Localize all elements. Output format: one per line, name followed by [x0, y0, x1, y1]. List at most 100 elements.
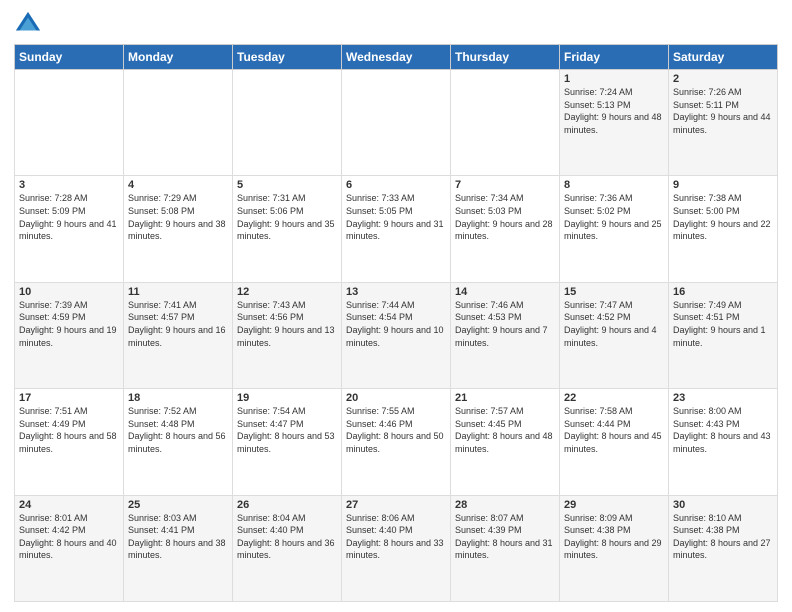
calendar-cell: 27Sunrise: 8:06 AM Sunset: 4:40 PM Dayli…	[342, 495, 451, 601]
day-info: Sunrise: 7:39 AM Sunset: 4:59 PM Dayligh…	[19, 299, 119, 349]
calendar-week-1: 1Sunrise: 7:24 AM Sunset: 5:13 PM Daylig…	[15, 70, 778, 176]
day-number: 17	[19, 392, 119, 404]
calendar-cell: 3Sunrise: 7:28 AM Sunset: 5:09 PM Daylig…	[15, 176, 124, 282]
calendar-cell	[15, 70, 124, 176]
calendar-cell: 4Sunrise: 7:29 AM Sunset: 5:08 PM Daylig…	[124, 176, 233, 282]
calendar-cell: 30Sunrise: 8:10 AM Sunset: 4:38 PM Dayli…	[669, 495, 778, 601]
calendar-cell: 5Sunrise: 7:31 AM Sunset: 5:06 PM Daylig…	[233, 176, 342, 282]
day-number: 5	[237, 179, 337, 191]
calendar-cell: 6Sunrise: 7:33 AM Sunset: 5:05 PM Daylig…	[342, 176, 451, 282]
calendar-cell: 23Sunrise: 8:00 AM Sunset: 4:43 PM Dayli…	[669, 389, 778, 495]
day-info: Sunrise: 8:01 AM Sunset: 4:42 PM Dayligh…	[19, 512, 119, 562]
day-number: 4	[128, 179, 228, 191]
day-info: Sunrise: 7:41 AM Sunset: 4:57 PM Dayligh…	[128, 299, 228, 349]
calendar-cell: 18Sunrise: 7:52 AM Sunset: 4:48 PM Dayli…	[124, 389, 233, 495]
day-number: 2	[673, 73, 773, 85]
day-number: 28	[455, 499, 555, 511]
calendar-cell: 9Sunrise: 7:38 AM Sunset: 5:00 PM Daylig…	[669, 176, 778, 282]
logo-icon	[14, 10, 42, 38]
day-number: 15	[564, 286, 664, 298]
column-header-friday: Friday	[560, 45, 669, 70]
day-info: Sunrise: 7:24 AM Sunset: 5:13 PM Dayligh…	[564, 86, 664, 136]
day-number: 9	[673, 179, 773, 191]
calendar-cell: 29Sunrise: 8:09 AM Sunset: 4:38 PM Dayli…	[560, 495, 669, 601]
calendar-week-5: 24Sunrise: 8:01 AM Sunset: 4:42 PM Dayli…	[15, 495, 778, 601]
day-number: 19	[237, 392, 337, 404]
calendar-cell: 15Sunrise: 7:47 AM Sunset: 4:52 PM Dayli…	[560, 282, 669, 388]
day-info: Sunrise: 7:47 AM Sunset: 4:52 PM Dayligh…	[564, 299, 664, 349]
logo	[14, 10, 46, 38]
calendar-cell: 19Sunrise: 7:54 AM Sunset: 4:47 PM Dayli…	[233, 389, 342, 495]
day-number: 26	[237, 499, 337, 511]
day-info: Sunrise: 8:00 AM Sunset: 4:43 PM Dayligh…	[673, 405, 773, 455]
day-number: 10	[19, 286, 119, 298]
calendar-header-row: SundayMondayTuesdayWednesdayThursdayFrid…	[15, 45, 778, 70]
day-info: Sunrise: 7:49 AM Sunset: 4:51 PM Dayligh…	[673, 299, 773, 349]
day-number: 22	[564, 392, 664, 404]
column-header-sunday: Sunday	[15, 45, 124, 70]
day-info: Sunrise: 7:29 AM Sunset: 5:08 PM Dayligh…	[128, 192, 228, 242]
calendar-cell: 21Sunrise: 7:57 AM Sunset: 4:45 PM Dayli…	[451, 389, 560, 495]
calendar-cell: 26Sunrise: 8:04 AM Sunset: 4:40 PM Dayli…	[233, 495, 342, 601]
day-info: Sunrise: 7:46 AM Sunset: 4:53 PM Dayligh…	[455, 299, 555, 349]
day-info: Sunrise: 7:43 AM Sunset: 4:56 PM Dayligh…	[237, 299, 337, 349]
column-header-thursday: Thursday	[451, 45, 560, 70]
day-info: Sunrise: 8:06 AM Sunset: 4:40 PM Dayligh…	[346, 512, 446, 562]
calendar-cell: 28Sunrise: 8:07 AM Sunset: 4:39 PM Dayli…	[451, 495, 560, 601]
day-number: 24	[19, 499, 119, 511]
column-header-monday: Monday	[124, 45, 233, 70]
day-number: 30	[673, 499, 773, 511]
day-number: 7	[455, 179, 555, 191]
calendar-cell	[342, 70, 451, 176]
calendar: SundayMondayTuesdayWednesdayThursdayFrid…	[14, 44, 778, 602]
calendar-week-3: 10Sunrise: 7:39 AM Sunset: 4:59 PM Dayli…	[15, 282, 778, 388]
day-number: 1	[564, 73, 664, 85]
calendar-cell: 11Sunrise: 7:41 AM Sunset: 4:57 PM Dayli…	[124, 282, 233, 388]
day-info: Sunrise: 7:26 AM Sunset: 5:11 PM Dayligh…	[673, 86, 773, 136]
day-info: Sunrise: 7:51 AM Sunset: 4:49 PM Dayligh…	[19, 405, 119, 455]
day-number: 29	[564, 499, 664, 511]
calendar-cell: 14Sunrise: 7:46 AM Sunset: 4:53 PM Dayli…	[451, 282, 560, 388]
calendar-cell: 22Sunrise: 7:58 AM Sunset: 4:44 PM Dayli…	[560, 389, 669, 495]
calendar-cell: 13Sunrise: 7:44 AM Sunset: 4:54 PM Dayli…	[342, 282, 451, 388]
calendar-cell: 20Sunrise: 7:55 AM Sunset: 4:46 PM Dayli…	[342, 389, 451, 495]
calendar-week-4: 17Sunrise: 7:51 AM Sunset: 4:49 PM Dayli…	[15, 389, 778, 495]
day-info: Sunrise: 7:52 AM Sunset: 4:48 PM Dayligh…	[128, 405, 228, 455]
day-number: 21	[455, 392, 555, 404]
day-number: 8	[564, 179, 664, 191]
calendar-cell	[233, 70, 342, 176]
calendar-cell: 1Sunrise: 7:24 AM Sunset: 5:13 PM Daylig…	[560, 70, 669, 176]
day-number: 18	[128, 392, 228, 404]
day-number: 27	[346, 499, 446, 511]
day-number: 25	[128, 499, 228, 511]
calendar-cell: 24Sunrise: 8:01 AM Sunset: 4:42 PM Dayli…	[15, 495, 124, 601]
column-header-wednesday: Wednesday	[342, 45, 451, 70]
day-number: 23	[673, 392, 773, 404]
calendar-week-2: 3Sunrise: 7:28 AM Sunset: 5:09 PM Daylig…	[15, 176, 778, 282]
day-info: Sunrise: 7:38 AM Sunset: 5:00 PM Dayligh…	[673, 192, 773, 242]
calendar-cell: 12Sunrise: 7:43 AM Sunset: 4:56 PM Dayli…	[233, 282, 342, 388]
day-number: 11	[128, 286, 228, 298]
day-info: Sunrise: 8:10 AM Sunset: 4:38 PM Dayligh…	[673, 512, 773, 562]
calendar-cell: 10Sunrise: 7:39 AM Sunset: 4:59 PM Dayli…	[15, 282, 124, 388]
day-number: 13	[346, 286, 446, 298]
day-info: Sunrise: 8:03 AM Sunset: 4:41 PM Dayligh…	[128, 512, 228, 562]
day-number: 6	[346, 179, 446, 191]
calendar-cell	[451, 70, 560, 176]
calendar-cell: 17Sunrise: 7:51 AM Sunset: 4:49 PM Dayli…	[15, 389, 124, 495]
day-number: 20	[346, 392, 446, 404]
day-info: Sunrise: 7:36 AM Sunset: 5:02 PM Dayligh…	[564, 192, 664, 242]
day-info: Sunrise: 7:58 AM Sunset: 4:44 PM Dayligh…	[564, 405, 664, 455]
calendar-cell: 2Sunrise: 7:26 AM Sunset: 5:11 PM Daylig…	[669, 70, 778, 176]
day-info: Sunrise: 7:57 AM Sunset: 4:45 PM Dayligh…	[455, 405, 555, 455]
column-header-tuesday: Tuesday	[233, 45, 342, 70]
calendar-cell	[124, 70, 233, 176]
header	[14, 10, 778, 38]
day-info: Sunrise: 8:09 AM Sunset: 4:38 PM Dayligh…	[564, 512, 664, 562]
calendar-cell: 7Sunrise: 7:34 AM Sunset: 5:03 PM Daylig…	[451, 176, 560, 282]
calendar-cell: 8Sunrise: 7:36 AM Sunset: 5:02 PM Daylig…	[560, 176, 669, 282]
day-info: Sunrise: 7:34 AM Sunset: 5:03 PM Dayligh…	[455, 192, 555, 242]
day-info: Sunrise: 8:07 AM Sunset: 4:39 PM Dayligh…	[455, 512, 555, 562]
calendar-cell: 25Sunrise: 8:03 AM Sunset: 4:41 PM Dayli…	[124, 495, 233, 601]
day-number: 3	[19, 179, 119, 191]
